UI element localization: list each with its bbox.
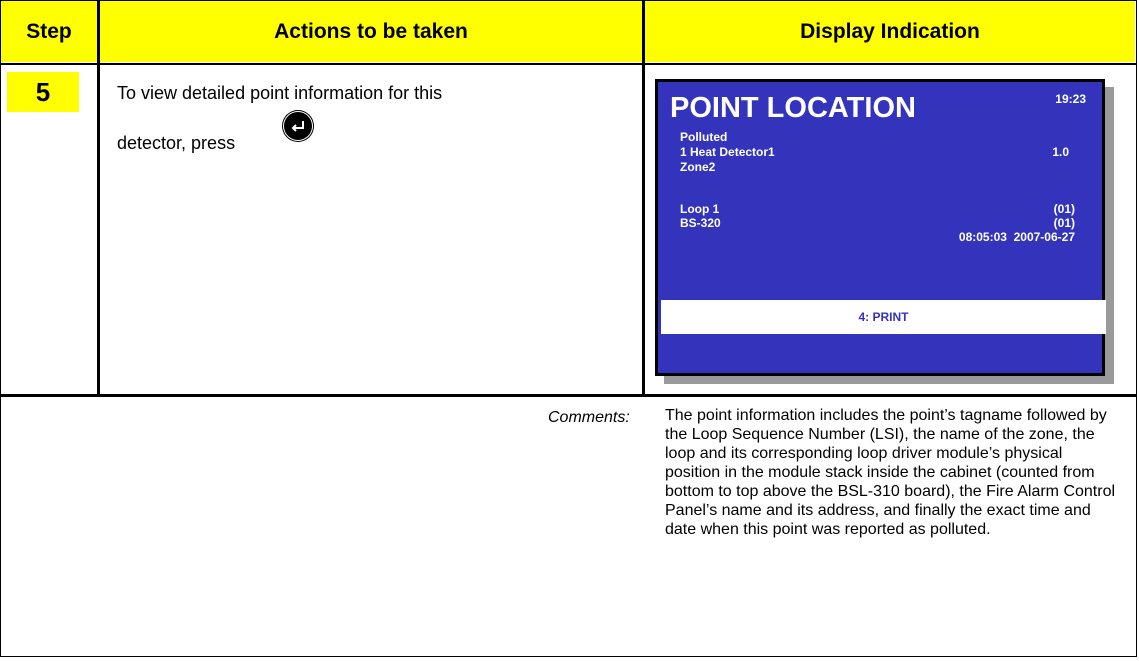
table-border-bottom [0, 656, 1137, 657]
header-step: Step [1, 1, 97, 62]
display-softkey-print: 4: PRINT [661, 300, 1106, 334]
header-divider [0, 63, 1137, 65]
display-status: Polluted [680, 130, 728, 144]
step-number: 5 [7, 72, 79, 112]
action-line-2: detector, press [117, 133, 236, 153]
col-divider-1 [97, 0, 100, 395]
display-panel-value: (01) [1053, 216, 1075, 230]
table-border-left [0, 0, 1, 657]
display-loop-label: Loop 1 [680, 202, 720, 216]
display-screen: POINT LOCATION 19:23 Polluted 1 Heat Det… [655, 79, 1106, 376]
col-divider-2 [642, 0, 645, 395]
row-divider [0, 394, 1137, 397]
display-datetime: 08:05:03 2007-06-27 [958, 230, 1075, 244]
comments-text: The point information includes the point… [665, 407, 1116, 538]
table-border-top [0, 0, 1137, 1]
header-actions: Actions to be taken [100, 1, 642, 62]
action-line-1: To view detailed point information for t… [117, 83, 443, 103]
display-detector-name: 1 Heat Detector1 [680, 145, 775, 159]
display-time: 19:23 [1055, 92, 1086, 106]
display-detector-value: 1.0 [1052, 145, 1069, 159]
enter-icon [284, 112, 312, 140]
display-loop-value: (01) [1053, 202, 1075, 216]
display-panel-label: BS-320 [680, 216, 721, 230]
comments-label: Comments: [548, 409, 630, 426]
display-zone: Zone2 [680, 160, 716, 174]
table-border-right [1136, 0, 1137, 657]
display-title: POINT LOCATION [670, 92, 916, 124]
header-display: Display Indication [645, 1, 1135, 62]
